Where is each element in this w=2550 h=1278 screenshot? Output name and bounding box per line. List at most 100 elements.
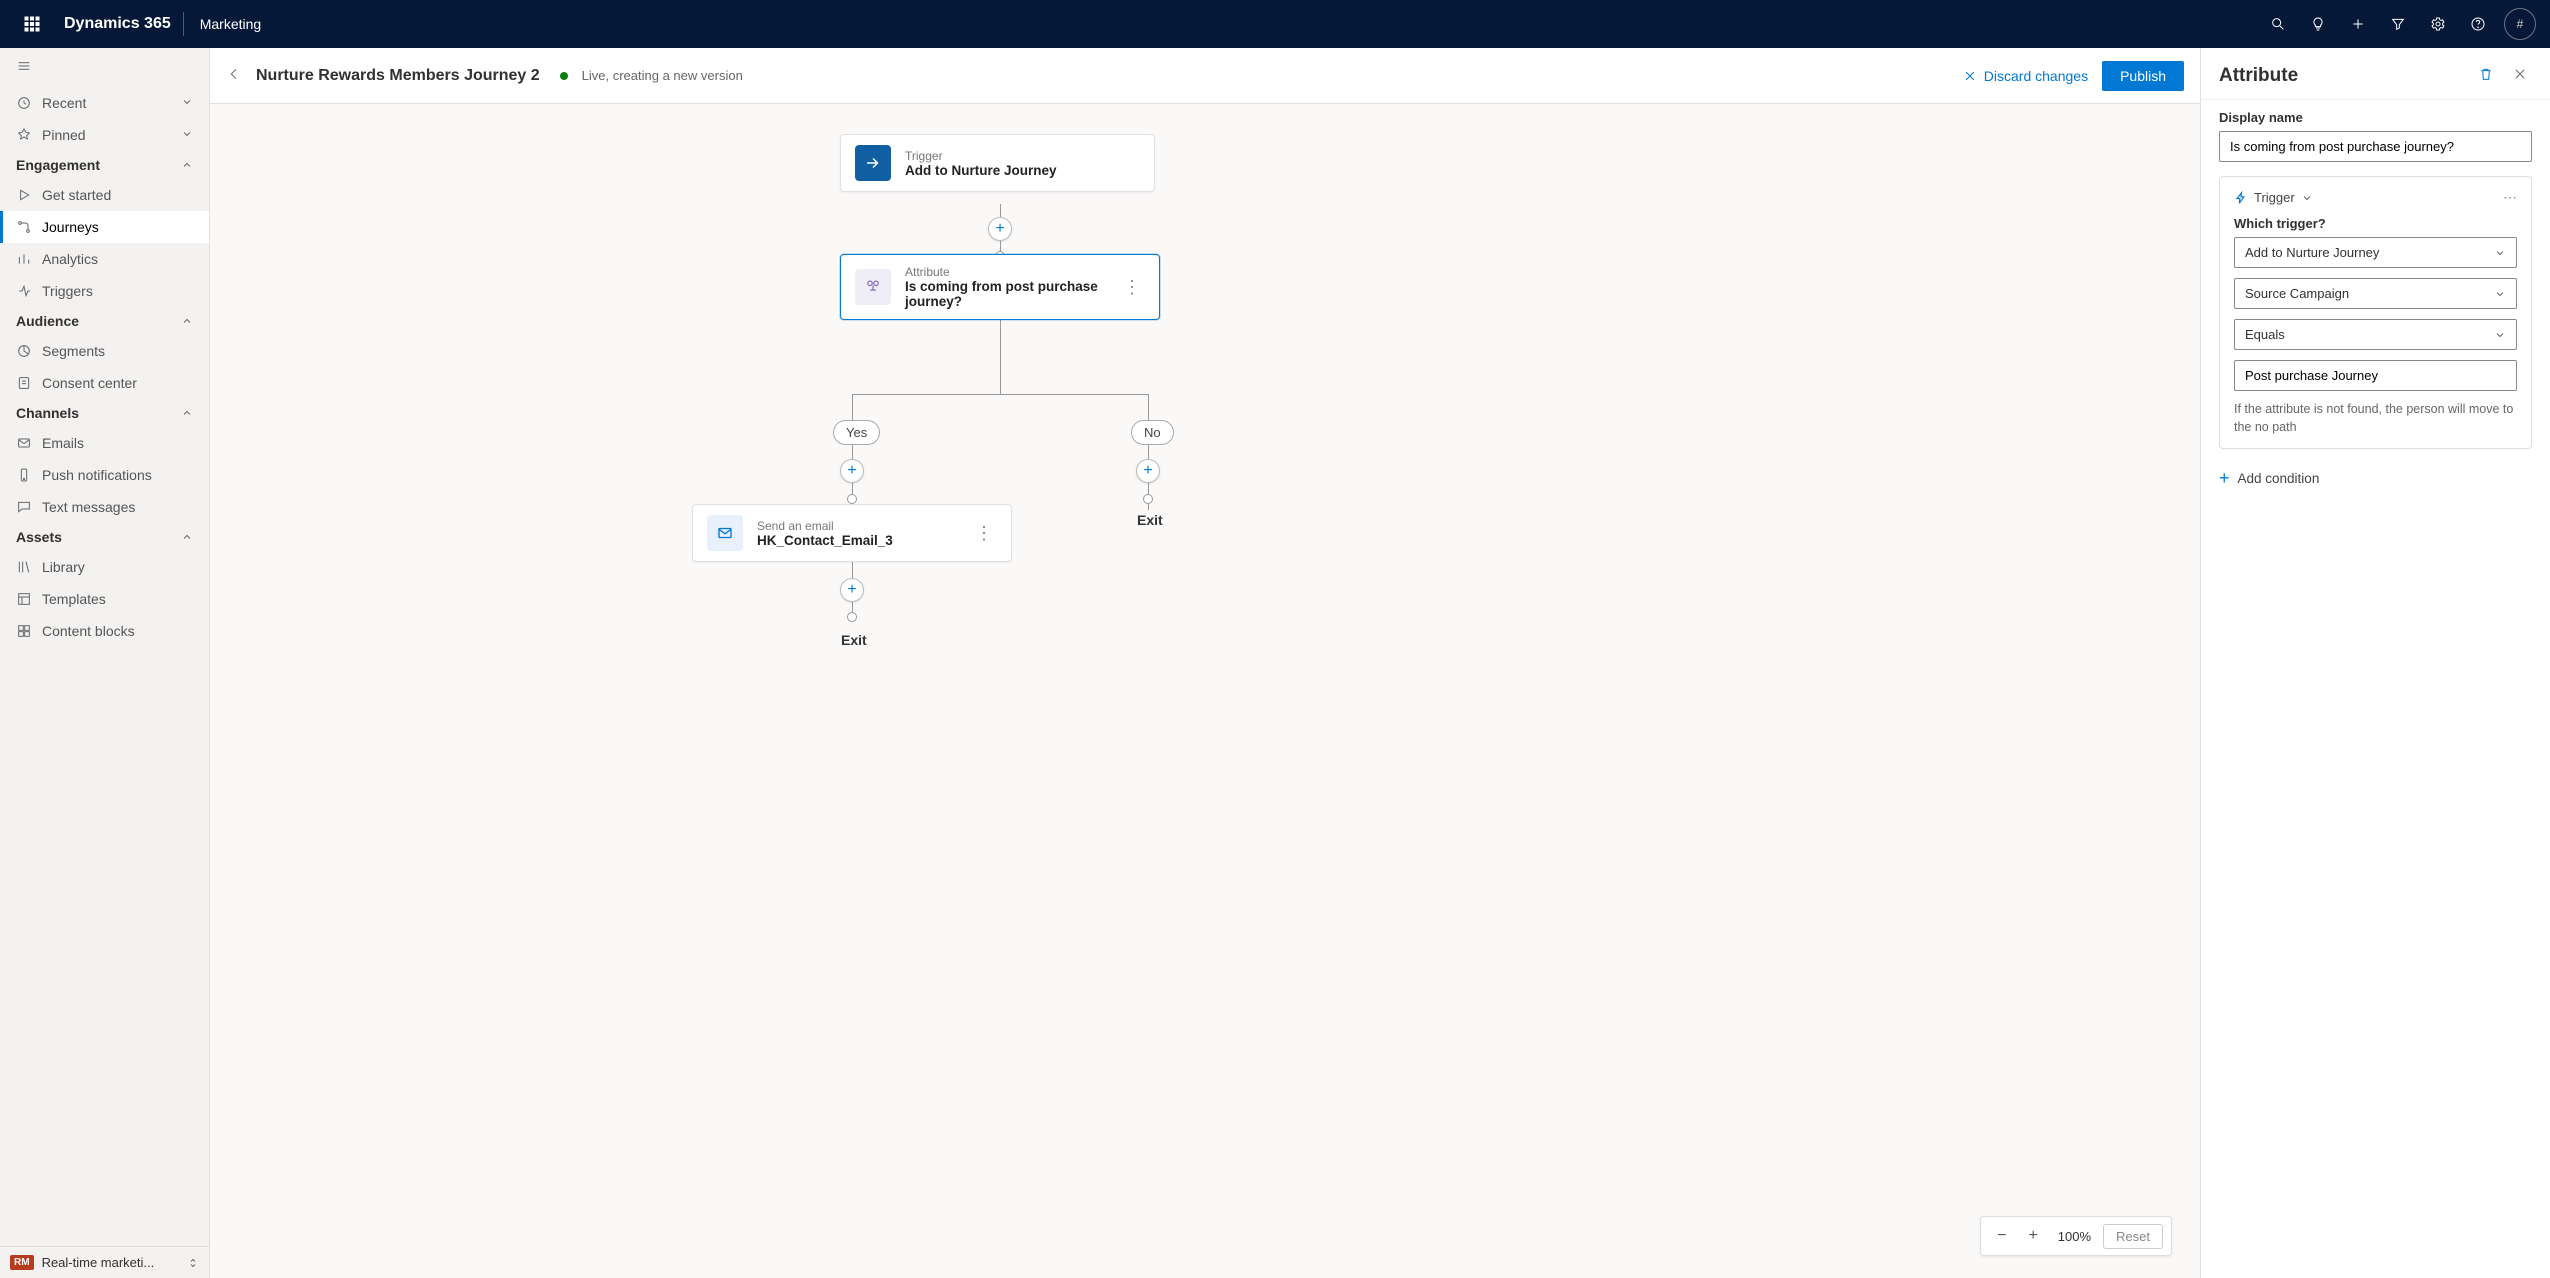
consent-icon [16, 375, 32, 391]
sidebar-item-texts[interactable]: Text messages [0, 491, 209, 523]
chevron-down-icon [181, 127, 193, 143]
branch-no[interactable]: No [1131, 420, 1174, 445]
waffle-icon[interactable] [8, 16, 56, 32]
connector-line [1148, 394, 1149, 510]
filter-icon[interactable] [2378, 0, 2418, 48]
global-navbar: Dynamics 365 Marketing # [0, 0, 2550, 48]
chevron-up-icon [181, 315, 193, 327]
condition-card: Trigger ⋯ Which trigger? Add to Nurture … [2219, 176, 2532, 449]
node-name: Is coming from post purchase journey? [905, 279, 1105, 309]
node-more-icon[interactable]: ⋮ [1119, 277, 1145, 298]
sidebar-item-pinned[interactable]: Pinned [0, 119, 209, 151]
close-icon[interactable] [2508, 62, 2532, 89]
branch-yes[interactable]: Yes [833, 420, 880, 445]
add-step-button[interactable]: + [988, 217, 1012, 241]
sidebar-item-journeys[interactable]: Journeys [0, 211, 209, 243]
zoom-reset-button[interactable]: Reset [2103, 1224, 2163, 1249]
node-type: Attribute [905, 265, 1105, 279]
blocks-icon [16, 623, 32, 639]
sidebar-item-library[interactable]: Library [0, 551, 209, 583]
status-dot [560, 72, 568, 80]
exit-label: Exit [1137, 512, 1163, 528]
brand-label[interactable]: Dynamics 365 [56, 15, 179, 33]
sidebar-item-analytics[interactable]: Analytics [0, 243, 209, 275]
search-icon[interactable] [2258, 0, 2298, 48]
connector-line [852, 394, 1148, 395]
journey-canvas[interactable]: Trigger Add to Nurture Journey + Attribu… [210, 104, 2200, 1278]
node-type: Trigger [905, 149, 1057, 163]
sidebar-item-recent[interactable]: Recent [0, 87, 209, 119]
area-badge: RM [10, 1255, 34, 1270]
node-trigger[interactable]: Trigger Add to Nurture Journey [840, 134, 1155, 192]
chevron-down-icon [2494, 247, 2506, 259]
add-step-button[interactable]: + [1136, 459, 1160, 483]
add-step-button[interactable]: + [840, 578, 864, 602]
operator-select[interactable]: Equals [2234, 319, 2517, 350]
discard-button[interactable]: Discard changes [1962, 68, 2088, 84]
display-name-label: Display name [2219, 110, 2532, 125]
chevron-up-icon [181, 159, 193, 171]
settings-icon[interactable] [2418, 0, 2458, 48]
page-title: Nurture Rewards Members Journey 2 [256, 67, 540, 85]
lightbulb-icon[interactable] [2298, 0, 2338, 48]
connector-dot [1143, 494, 1153, 504]
condition-more-icon[interactable]: ⋯ [2503, 189, 2517, 206]
connector-dot [847, 612, 857, 622]
pin-icon [16, 127, 32, 143]
sidebar: Recent Pinned Engagement Get started Jou… [0, 48, 210, 1278]
display-name-input[interactable] [2219, 131, 2532, 162]
sidebar-section-channels[interactable]: Channels [0, 399, 209, 427]
sidebar-item-consent[interactable]: Consent center [0, 367, 209, 399]
user-avatar[interactable]: # [2504, 8, 2536, 40]
clock-icon [16, 95, 32, 111]
close-icon [1962, 68, 1978, 84]
sidebar-toggle[interactable] [0, 48, 209, 87]
node-email[interactable]: Send an email HK_Contact_Email_3 ⋮ [692, 504, 1012, 562]
add-condition-button[interactable]: + Add condition [2219, 463, 2532, 493]
trigger-select[interactable]: Add to Nurture Journey [2234, 237, 2517, 268]
sidebar-item-emails[interactable]: Emails [0, 427, 209, 459]
back-button[interactable] [226, 66, 242, 85]
main-area: Nurture Rewards Members Journey 2 Live, … [210, 48, 2200, 1278]
sidebar-item-templates[interactable]: Templates [0, 583, 209, 615]
node-more-icon[interactable]: ⋮ [971, 523, 997, 544]
segments-icon [16, 343, 32, 359]
sidebar-item-content-blocks[interactable]: Content blocks [0, 615, 209, 647]
sidebar-item-push[interactable]: Push notifications [0, 459, 209, 491]
add-step-button[interactable]: + [840, 459, 864, 483]
chevron-down-icon [2301, 192, 2313, 204]
templates-icon [16, 591, 32, 607]
zoom-control: − + 100% Reset [1980, 1216, 2172, 1256]
trigger-icon [16, 283, 32, 299]
connector-dot [847, 494, 857, 504]
chart-icon [16, 251, 32, 267]
help-icon[interactable] [2458, 0, 2498, 48]
sidebar-item-segments[interactable]: Segments [0, 335, 209, 367]
value-input[interactable] [2234, 360, 2517, 391]
email-node-icon [707, 515, 743, 551]
sidebar-item-get-started[interactable]: Get started [0, 179, 209, 211]
add-icon[interactable] [2338, 0, 2378, 48]
zoom-out-button[interactable]: − [1989, 1223, 2014, 1249]
publish-button[interactable]: Publish [2102, 61, 2184, 91]
field-select[interactable]: Source Campaign [2234, 278, 2517, 309]
navbar-divider [183, 12, 184, 36]
play-icon [16, 187, 32, 203]
chevron-up-icon [181, 407, 193, 419]
zoom-in-button[interactable]: + [2020, 1223, 2045, 1249]
sidebar-section-engagement[interactable]: Engagement [0, 151, 209, 179]
panel-title: Attribute [2219, 65, 2464, 87]
area-text: Real-time marketi... [42, 1255, 179, 1270]
attribute-node-icon [855, 269, 891, 305]
delete-icon[interactable] [2474, 62, 2498, 89]
area-label[interactable]: Marketing [188, 16, 273, 32]
sidebar-section-audience[interactable]: Audience [0, 307, 209, 335]
zoom-value: 100% [2052, 1229, 2097, 1244]
sidebar-section-assets[interactable]: Assets [0, 523, 209, 551]
push-icon [16, 467, 32, 483]
area-switcher[interactable]: RM Real-time marketi... [0, 1246, 209, 1278]
sidebar-label: Pinned [42, 127, 86, 143]
node-attribute[interactable]: Attribute Is coming from post purchase j… [840, 254, 1160, 320]
node-name: HK_Contact_Email_3 [757, 533, 893, 548]
sidebar-item-triggers[interactable]: Triggers [0, 275, 209, 307]
